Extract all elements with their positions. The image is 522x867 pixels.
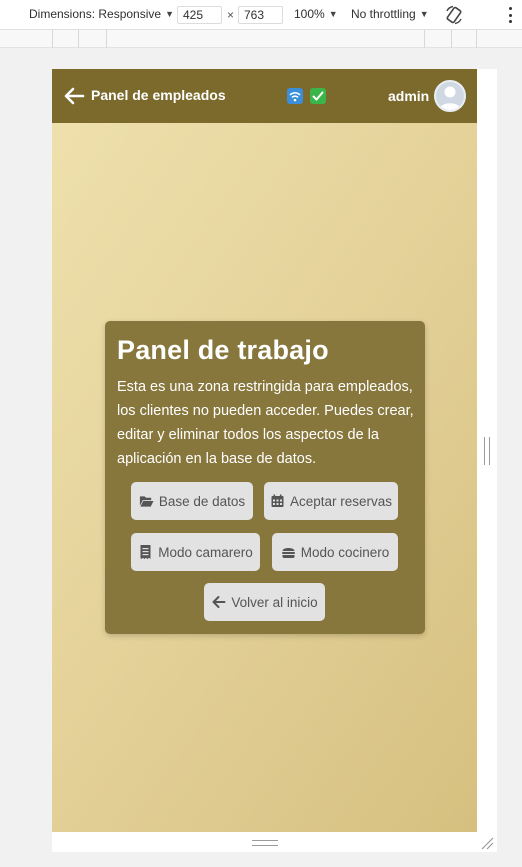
kebab-menu-icon[interactable] [507, 7, 513, 23]
accept-reservations-button[interactable]: Aceptar reservas [264, 482, 398, 520]
ruler-mark [106, 30, 107, 48]
back-home-label: Volver al inicio [231, 594, 318, 610]
cook-mode-label: Modo cocinero [300, 544, 390, 560]
height-input[interactable]: 763 [238, 6, 283, 24]
user-avatar-icon[interactable] [434, 80, 466, 112]
dimension-separator: × [227, 8, 235, 22]
work-panel-card: Panel de trabajo Esta es una zona restri… [105, 321, 425, 634]
database-button[interactable]: Base de datos [131, 482, 253, 520]
resize-handle-bottom[interactable] [252, 840, 278, 846]
page-title: Panel de empleados [91, 87, 226, 103]
device-label: Dimensions: Responsive [29, 7, 162, 21]
resize-corner-icon[interactable] [480, 836, 494, 850]
back-home-button[interactable]: Volver al inicio [204, 583, 325, 621]
receipt-icon [140, 545, 151, 559]
arrow-left-icon[interactable] [63, 86, 85, 106]
chevron-down-icon: ▼ [328, 9, 338, 19]
ruler-mark [78, 30, 79, 48]
devtools-toolbar: Dimensions: Responsive ▼ 425 × 763 100% … [0, 0, 522, 30]
media-query-bar [0, 30, 522, 48]
app-header: Panel de empleados admin [52, 69, 477, 123]
zoom-label: 100% [294, 7, 325, 21]
throttling-label: No throttling [351, 7, 416, 21]
ruler-mark [451, 30, 452, 48]
cook-mode-button[interactable]: Modo cocinero [272, 533, 398, 571]
waiter-mode-button[interactable]: Modo camarero [131, 533, 260, 571]
zoom-dropdown[interactable]: 100% ▼ [294, 7, 338, 21]
ruler-mark [52, 30, 53, 48]
panel-description: Esta es una zona restringida para emplea… [117, 379, 414, 467]
arrow-left-icon [212, 596, 226, 608]
folder-open-icon [139, 496, 154, 507]
burger-icon [281, 548, 295, 558]
chevron-down-icon: ▼ [165, 9, 174, 19]
throttling-dropdown[interactable]: No throttling ▼ [351, 7, 429, 21]
waiter-mode-label: Modo camarero [158, 544, 253, 560]
device-dropdown[interactable]: Dimensions: Responsive ▼ [29, 7, 174, 21]
device-viewport: Panel de empleados admin Panel de trabaj… [52, 69, 477, 832]
ruler-mark [424, 30, 425, 48]
ruler-mark [476, 30, 477, 48]
width-input[interactable]: 425 [177, 6, 222, 24]
database-button-label: Base de datos [158, 493, 246, 509]
rotate-icon[interactable] [444, 4, 464, 26]
chevron-down-icon: ▼ [419, 9, 429, 19]
username-label: admin [388, 88, 430, 104]
accept-reservations-label: Aceptar reservas [289, 493, 393, 509]
wifi-icon [287, 88, 303, 104]
panel-title: Panel de trabajo [117, 335, 329, 365]
calendar-icon [271, 494, 284, 507]
checkmark-icon [310, 88, 326, 104]
resize-handle-right[interactable] [484, 437, 490, 465]
